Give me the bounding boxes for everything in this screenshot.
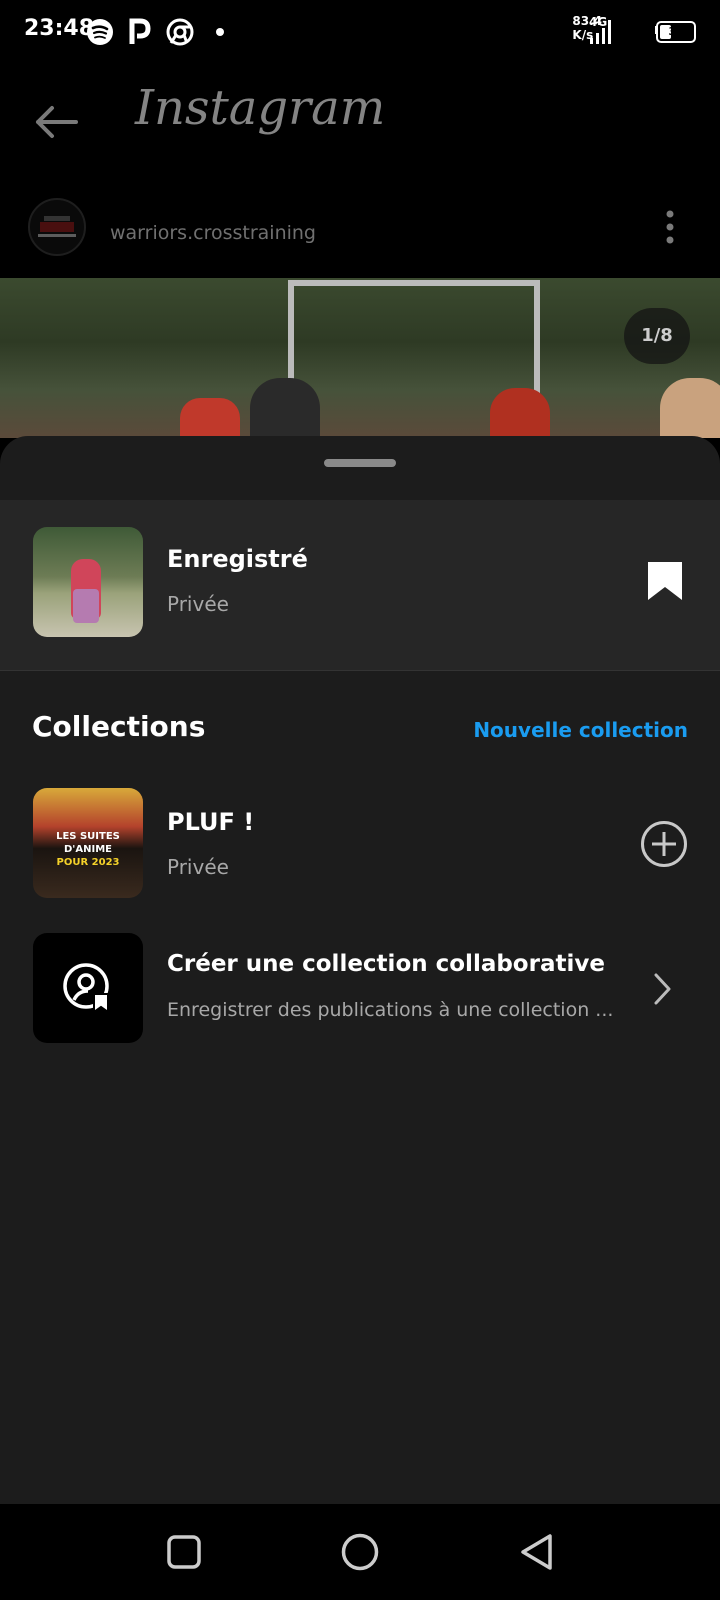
thumbnail-caption-line: POUR 2023: [56, 857, 120, 868]
notification-dot-icon: [216, 28, 224, 36]
system-nav-bar: [0, 1504, 720, 1600]
carousel-counter: 1/8: [624, 308, 690, 364]
chrome-icon: [166, 18, 194, 46]
spotify-icon: [87, 19, 113, 45]
instagram-logo: Instagram: [135, 80, 386, 136]
collection-title[interactable]: PLUF !: [167, 808, 254, 836]
collection-subtitle: Privée: [167, 855, 229, 879]
collection-thumbnail[interactable]: LES SUITES D'ANIME POUR 2023: [33, 788, 143, 898]
photo-person: [660, 378, 720, 438]
recents-square-icon[interactable]: [166, 1534, 202, 1570]
saved-subtitle: Privée: [167, 592, 229, 616]
avatar-logo-icon: [38, 216, 76, 237]
speed-value: 83.4: [572, 14, 602, 28]
collaborative-subtitle: Enregistrer des publications à une colle…: [167, 999, 614, 1021]
saved-title: Enregistré: [167, 545, 308, 573]
back-triangle-icon[interactable]: [518, 1532, 556, 1572]
chevron-right-icon[interactable]: [652, 972, 672, 1006]
home-circle-icon[interactable]: [340, 1532, 380, 1572]
battery-tip: [655, 26, 658, 34]
collections-heading: Collections: [32, 710, 206, 743]
photo-person: [180, 398, 240, 438]
status-bar: 23:48 4G 83.4 K/s 39: [0, 0, 720, 64]
post-avatar[interactable]: [28, 198, 86, 256]
photo-frame-structure: [288, 280, 540, 406]
collaborative-title[interactable]: Créer une collection collaborative: [167, 951, 605, 977]
battery-percent: 39: [668, 25, 684, 38]
sheet-drag-handle[interactable]: [324, 459, 396, 467]
bookmark-filled-icon[interactable]: [646, 560, 684, 602]
divider: [0, 670, 720, 671]
speed-unit: K/s: [572, 28, 594, 42]
thumbnail-caption: LES SUITES D'ANIME POUR 2023: [33, 830, 143, 869]
new-collection-link[interactable]: Nouvelle collection: [473, 718, 688, 742]
battery-icon: 39: [656, 21, 696, 43]
photo-person: [250, 378, 320, 438]
more-options-icon[interactable]: [666, 210, 674, 244]
photo-person: [490, 388, 550, 438]
post-photo[interactable]: [0, 278, 720, 438]
collaborative-thumbnail[interactable]: [33, 933, 143, 1043]
thumbnail-caption-line: LES SUITES D'ANIME: [56, 831, 120, 855]
back-arrow-icon[interactable]: [28, 100, 84, 144]
collaborative-user-icon: [63, 963, 109, 1014]
post-username[interactable]: warriors.crosstraining: [110, 222, 316, 244]
parking-icon: [129, 18, 151, 44]
network-speed: 83.4 K/s: [572, 14, 602, 42]
status-time: 23:48: [24, 16, 95, 41]
add-to-collection-icon[interactable]: [640, 820, 688, 868]
thumbnail-person: [73, 589, 99, 623]
saved-thumbnail: [33, 527, 143, 637]
